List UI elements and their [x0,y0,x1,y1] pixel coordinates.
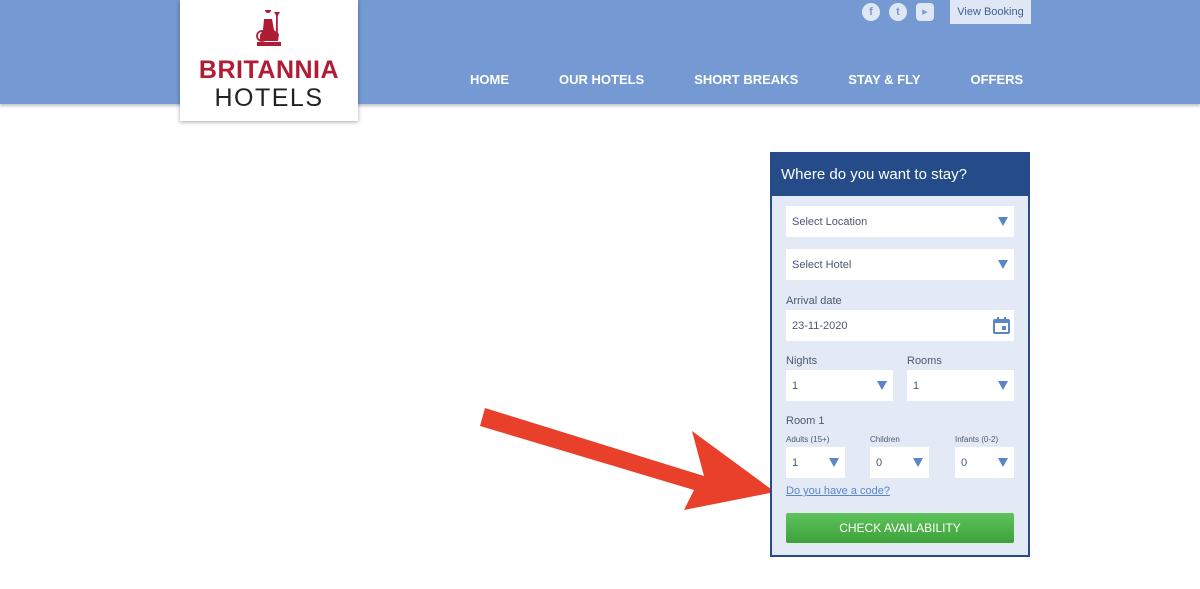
arrival-date-input[interactable]: 23-11-2020 [786,310,1014,341]
twitter-icon[interactable]: t [889,3,907,21]
nights-select-value: 1 [792,379,799,392]
nav-stay-and-fly[interactable]: STAY & FLY [848,72,920,87]
rooms-label: Rooms [907,355,942,367]
chevron-down-icon [829,458,839,467]
chevron-down-icon [998,217,1008,226]
nav-home[interactable]: HOME [470,72,509,87]
children-select[interactable]: 0 [870,447,929,478]
nav-short-breaks[interactable]: SHORT BREAKS [694,72,798,87]
logo-britannia-text: BRITANNIA [198,56,340,84]
nav-offers[interactable]: OFFERS [971,72,1024,87]
main-nav: HOME OUR HOTELS SHORT BREAKS STAY & FLY … [470,72,1073,87]
brand-logo[interactable]: BRITANNIA HOTELS [180,0,358,121]
chevron-down-icon [913,458,923,467]
children-label: Children [870,435,900,444]
rooms-select[interactable]: 1 [907,370,1014,401]
hotel-select-value: Select Hotel [792,258,852,271]
arrival-date-value: 23-11-2020 [792,319,848,332]
chevron-down-icon [998,458,1008,467]
adults-select[interactable]: 1 [786,447,845,478]
chevron-down-icon [998,381,1008,390]
widget-title: Where do you want to stay? [772,154,1028,196]
view-booking-button[interactable]: View Booking [950,0,1031,24]
chevron-down-icon [877,381,887,390]
hotel-select[interactable]: Select Hotel [786,249,1014,280]
arrival-date-label: Arrival date [786,295,842,307]
location-select[interactable]: Select Location [786,206,1014,237]
infants-select[interactable]: 0 [955,447,1014,478]
infants-select-value: 0 [961,456,968,469]
page: f t ▶ View Booking HOME OUR HOTELS SHORT… [0,0,1200,589]
red-arrow-annotation [480,408,775,510]
room-1-label: Room 1 [786,415,825,427]
check-availability-button[interactable]: CHECK AVAILABILITY [786,513,1014,543]
nights-label: Nights [786,355,818,367]
location-select-value: Select Location [792,215,868,228]
britannia-emblem-icon [256,10,281,46]
facebook-icon[interactable]: f [862,3,880,21]
youtube-icon[interactable]: ▶ [916,3,934,21]
nights-select[interactable]: 1 [786,370,893,401]
logo-hotels-text: HOTELS [214,84,324,112]
infants-label: Infants (0-2) [955,435,999,444]
promo-code-link[interactable]: Do you have a code? [786,485,890,497]
rooms-select-value: 1 [913,379,920,392]
nav-our-hotels[interactable]: OUR HOTELS [559,72,644,87]
booking-widget: Where do you want to stay? Select Locati… [770,152,1030,557]
calendar-icon[interactable] [993,317,1010,334]
chevron-down-icon [998,260,1008,269]
adults-select-value: 1 [792,456,799,469]
adults-label: Adults (15+) [786,435,830,444]
children-select-value: 0 [876,456,883,469]
social-links: f t ▶ [862,3,934,21]
